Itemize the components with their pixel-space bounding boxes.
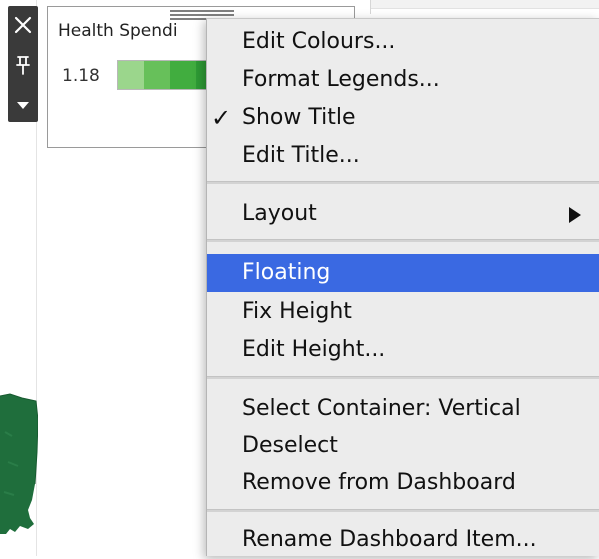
menu-item-edit-title[interactable]: Edit Title...	[207, 137, 599, 175]
menu-separator	[207, 181, 599, 184]
legend-title: Health Spendi	[58, 21, 178, 41]
close-icon[interactable]	[8, 8, 38, 42]
context-menu: Edit Colours... Format Legends... ✓ Show…	[206, 18, 599, 556]
map-shape	[0, 393, 38, 534]
legend-swatch	[170, 61, 196, 89]
menu-separator	[207, 376, 599, 379]
legend-swatch	[118, 61, 144, 89]
menu-item-edit-height[interactable]: Edit Height...	[207, 331, 599, 369]
menu-item-rename-dashboard-item[interactable]: Rename Dashboard Item...	[207, 521, 599, 559]
submenu-arrow-icon	[569, 207, 581, 223]
caret-down-icon[interactable]	[8, 90, 38, 120]
checkmark-icon: ✓	[211, 104, 232, 132]
legend-swatch	[144, 61, 170, 89]
menu-item-show-title[interactable]: ✓ Show Title	[207, 99, 599, 137]
legend-min-value: 1.18	[62, 66, 100, 86]
background-panel	[370, 0, 599, 14]
menu-item-layout[interactable]: Layout	[207, 195, 599, 233]
menu-separator	[207, 239, 599, 242]
menu-item-remove-from-dashboard[interactable]: Remove from Dashboard	[207, 464, 599, 502]
floating-item-toolbar	[8, 6, 38, 122]
menu-item-floating[interactable]: Floating	[207, 254, 599, 292]
menu-item-select-container[interactable]: Select Container: Vertical	[207, 390, 599, 428]
menu-separator	[207, 509, 599, 512]
menu-item-format-legends[interactable]: Format Legends...	[207, 61, 599, 99]
menu-item-fix-height[interactable]: Fix Height	[207, 293, 599, 331]
menu-item-deselect[interactable]: Deselect	[207, 427, 599, 465]
menu-item-edit-colours[interactable]: Edit Colours...	[207, 23, 599, 61]
pin-icon[interactable]	[8, 48, 38, 82]
